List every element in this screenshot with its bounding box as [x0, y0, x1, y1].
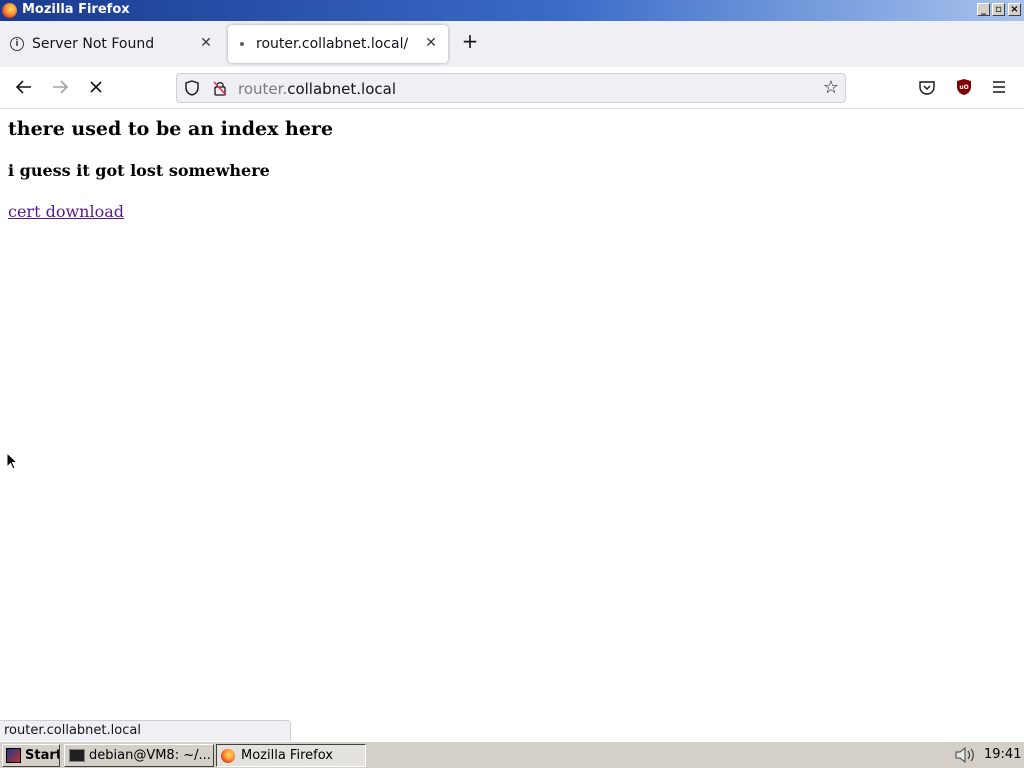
tab-server-not-found[interactable]: i Server Not Found ✕	[0, 25, 224, 63]
firefox-icon	[221, 749, 235, 763]
firefox-logo-icon	[2, 3, 17, 18]
url-bar[interactable]: router.collabnet.local ☆	[176, 73, 846, 103]
minimize-button[interactable]: _	[977, 3, 990, 16]
window-title: Mozilla Firefox	[22, 2, 130, 17]
taskbar-clock: 19:41	[984, 747, 1022, 762]
taskbar-item-terminal[interactable]: debian@VM8: ~/...	[64, 744, 214, 767]
start-label: Start	[25, 748, 60, 763]
navigation-toolbar: router.collabnet.local ☆ uO	[0, 67, 1024, 109]
pocket-icon[interactable]	[918, 79, 936, 97]
start-button[interactable]: Start	[2, 744, 60, 767]
cert-download-link[interactable]: cert download	[8, 202, 124, 221]
insecure-lock-icon[interactable]	[213, 80, 227, 96]
volume-icon[interactable]	[954, 746, 976, 764]
start-menu-icon	[6, 748, 21, 763]
forward-arrow-icon	[53, 80, 69, 94]
svg-text:uO: uO	[959, 84, 968, 91]
link-status-bar: router.collabnet.local	[0, 720, 291, 741]
url-text[interactable]: router.collabnet.local	[238, 80, 396, 98]
new-tab-button[interactable]: +	[460, 31, 480, 51]
close-tab-icon[interactable]: ✕	[423, 35, 439, 51]
forward-button[interactable]	[48, 75, 72, 99]
loading-dot-icon	[240, 42, 244, 46]
status-url: router.collabnet.local	[4, 723, 141, 738]
url-domain: collabnet.local	[287, 80, 397, 98]
bookmark-star-icon[interactable]: ☆	[823, 78, 839, 98]
stop-x-icon	[90, 81, 102, 93]
close-window-button[interactable]: ×	[1008, 3, 1021, 16]
terminal-icon	[69, 749, 85, 762]
ublock-origin-icon[interactable]: uO	[956, 78, 972, 96]
taskbar-item-firefox[interactable]: Mozilla Firefox	[216, 744, 366, 767]
tab-strip: i Server Not Found ✕ router.collabnet.lo…	[0, 21, 1024, 67]
window-titlebar: Mozilla Firefox _ ▫ ×	[0, 0, 1024, 21]
taskbar-item-label: Mozilla Firefox	[241, 748, 333, 763]
tab-label: Server Not Found	[32, 36, 155, 52]
url-subdomain: router.	[238, 80, 288, 98]
stop-loading-button[interactable]	[84, 75, 108, 99]
back-button[interactable]	[12, 75, 36, 99]
taskbar-item-label: debian@VM8: ~/...	[89, 748, 211, 763]
hamburger-menu-icon[interactable]	[990, 79, 1008, 95]
page-heading: there used to be an index here	[8, 118, 334, 140]
tab-router[interactable]: router.collabnet.local/ ✕	[228, 25, 448, 63]
tab-label: router.collabnet.local/	[256, 36, 409, 52]
page-content: there used to be an index here i guess i…	[0, 109, 1024, 721]
info-icon: i	[10, 37, 24, 51]
page-subheading: i guess it got lost somewhere	[8, 161, 270, 180]
maximize-button[interactable]: ▫	[992, 3, 1005, 16]
mouse-cursor-icon	[6, 452, 18, 470]
os-taskbar: Start debian@VM8: ~/... Mozilla Firefox …	[0, 741, 1024, 768]
back-arrow-icon	[15, 80, 31, 94]
tracking-protection-shield-icon[interactable]	[185, 80, 199, 96]
close-tab-icon[interactable]: ✕	[198, 35, 214, 51]
